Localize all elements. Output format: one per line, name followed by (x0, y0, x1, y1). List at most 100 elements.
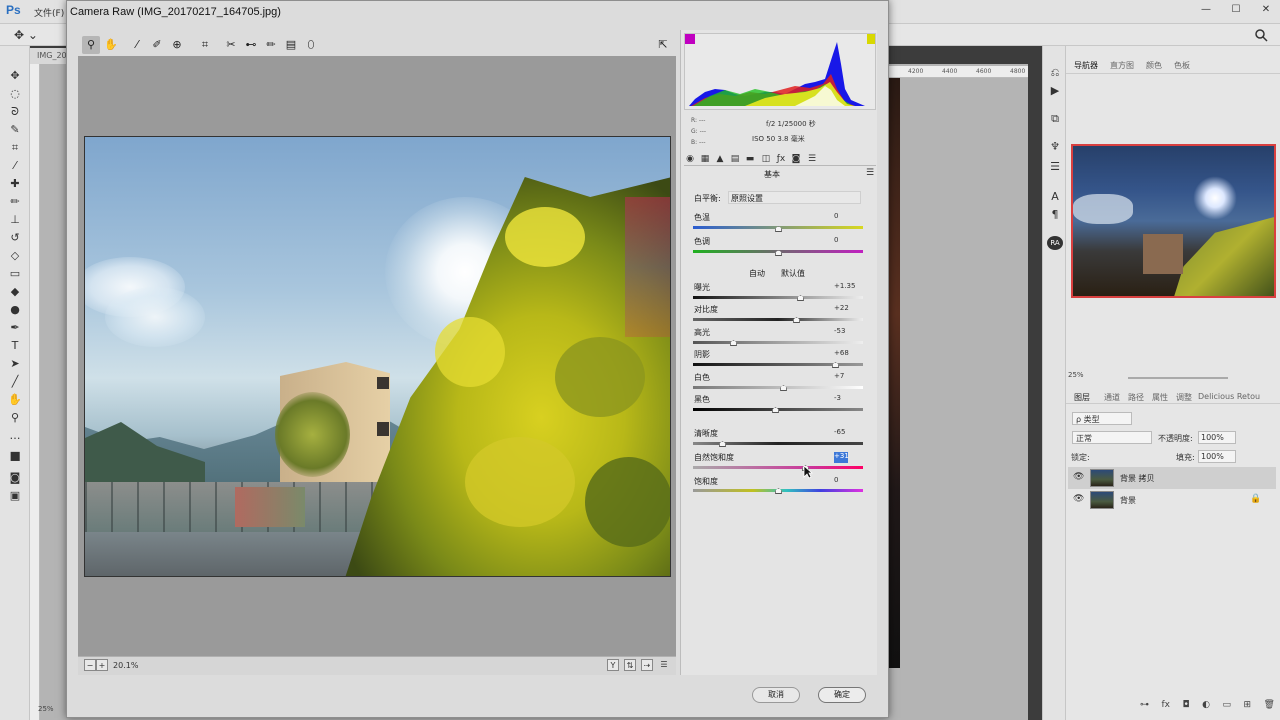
default-button[interactable]: 默认值 (781, 268, 805, 279)
tab-navigator[interactable]: 导航器 (1074, 60, 1098, 71)
tab-delicious-retouch[interactable]: Delicious Retou (1198, 392, 1260, 401)
vibrance-slider[interactable] (693, 466, 863, 469)
panel-menu-icon[interactable]: ☰ (866, 168, 874, 178)
temperature-value[interactable]: 0 (834, 212, 860, 223)
shadows-value[interactable]: +68 (834, 349, 860, 360)
adjustment-layer-icon[interactable]: ◐ (1202, 700, 1210, 714)
color-sampler-icon[interactable]: ✐ (148, 36, 166, 54)
stamp-tool-icon[interactable]: ⊥ (6, 212, 24, 228)
preview-settings-icon[interactable]: ☰ (658, 659, 670, 671)
paragraph-panel-icon[interactable]: ¶ (1047, 208, 1063, 222)
actions-panel-icon[interactable]: ▶ (1047, 84, 1063, 98)
line-tool-icon[interactable]: ╱ (6, 374, 24, 390)
crop-tool-icon[interactable]: ⌗ (196, 36, 214, 54)
zoom-in-icon[interactable]: + (96, 659, 108, 671)
tab-fx-icon[interactable]: ƒx (775, 153, 787, 165)
move-tool-options-icon[interactable]: ✥ ⌄ (14, 28, 38, 42)
layer-row[interactable]: 👁 背景 🔒 (1068, 489, 1276, 511)
group-icon[interactable]: ▭ (1222, 700, 1231, 714)
history-brush-icon[interactable]: ↺ (6, 230, 24, 246)
tab-channels[interactable]: 通道 (1104, 392, 1120, 403)
spot-removal-icon[interactable]: ✂ (222, 36, 240, 54)
layer-row[interactable]: 👁 背景 拷贝 (1068, 467, 1276, 489)
saturation-value[interactable]: 0 (834, 476, 860, 487)
white-balance-tool-icon[interactable]: ⁄ (128, 36, 146, 54)
radial-filter-icon[interactable]: ⬯ (302, 36, 320, 54)
layer-filter-kind[interactable]: ρ 类型 (1072, 412, 1132, 425)
tab-hsl-icon[interactable]: ▤ (729, 153, 741, 165)
blur-tool-icon[interactable]: ◆ (6, 284, 24, 300)
visibility-eye-icon[interactable]: 👁 (1073, 472, 1084, 482)
tab-basic-icon[interactable]: ◉ (684, 153, 696, 165)
ok-button[interactable]: 确定 (818, 687, 866, 703)
copy-settings-icon[interactable]: ⇢ (641, 659, 653, 671)
highlight-clip-icon[interactable] (867, 34, 876, 44)
red-eye-icon[interactable]: ⊷ (242, 36, 260, 54)
color-swatch-icon[interactable]: ◼ (6, 448, 24, 464)
fx-icon[interactable]: fx (1162, 700, 1171, 714)
fullscreen-toggle-icon[interactable]: ⇱ (654, 36, 672, 54)
tab-split-toning-icon[interactable]: ▬ (744, 153, 756, 165)
targeted-adjust-icon[interactable]: ⊕ (168, 36, 186, 54)
tab-presets-icon[interactable]: ☰ (806, 153, 818, 165)
tab-camera-calibration-icon[interactable]: ◙ (790, 153, 802, 165)
contrast-value[interactable]: +22 (834, 304, 860, 315)
tab-color[interactable]: 颜色 (1146, 60, 1162, 71)
tab-lens-icon[interactable]: ◫ (760, 153, 772, 165)
adjust-panel-icon[interactable]: ☰ (1047, 160, 1063, 174)
tab-properties[interactable]: 属性 (1152, 392, 1168, 403)
minimize-icon[interactable]: — (1198, 4, 1214, 16)
brush-tool-icon[interactable]: ✏ (6, 194, 24, 210)
healing-tool-icon[interactable]: ✚ (6, 176, 24, 192)
blend-mode-select[interactable]: 正常 (1072, 431, 1152, 444)
clarity-value[interactable]: -65 (834, 428, 860, 439)
tab-paths[interactable]: 路径 (1128, 392, 1144, 403)
before-after-y-icon[interactable]: Y (607, 659, 619, 671)
whites-slider[interactable] (693, 386, 863, 389)
path-select-icon[interactable]: ➤ (6, 356, 24, 372)
highlights-value[interactable]: -53 (834, 327, 860, 338)
auto-button[interactable]: 自动 (749, 268, 765, 279)
adjustment-brush-icon[interactable]: ✏ (262, 36, 280, 54)
tint-value[interactable]: 0 (834, 236, 860, 247)
new-layer-icon[interactable]: ⊞ (1244, 700, 1252, 714)
blacks-value[interactable]: -3 (834, 394, 860, 405)
tab-adjustments[interactable]: 调整 (1176, 392, 1192, 403)
marquee-tool-icon[interactable]: ◌ (6, 86, 24, 102)
brush-panel-icon[interactable]: ♆ (1047, 140, 1063, 154)
link-layers-icon[interactable]: ⊶ (1140, 700, 1149, 714)
document-tab[interactable]: IMG_20 (30, 48, 70, 64)
white-balance-select[interactable]: 原照设置 (728, 191, 861, 204)
photo-preview[interactable] (84, 136, 671, 577)
exposure-value[interactable]: +1.35 (834, 282, 860, 293)
tab-histogram[interactable]: 直方图 (1110, 60, 1134, 71)
search-icon[interactable] (1254, 28, 1268, 42)
quick-select-icon[interactable]: ✎ (6, 122, 24, 138)
zoom-tool-icon[interactable]: ⚲ (6, 410, 24, 426)
quick-mask-icon[interactable]: ◙ (6, 470, 24, 486)
maximize-icon[interactable]: ☐ (1228, 4, 1244, 16)
gradient-tool-icon[interactable]: ▭ (6, 266, 24, 282)
tab-detail-icon[interactable]: ▲ (714, 153, 726, 165)
visibility-eye-icon[interactable]: 👁 (1073, 494, 1084, 504)
dodge-tool-icon[interactable]: ● (6, 302, 24, 318)
vibrance-value[interactable]: +31 (834, 452, 849, 463)
character-panel-icon[interactable]: A (1047, 190, 1063, 204)
move-tool-icon[interactable]: ✥ (6, 68, 24, 84)
eraser-tool-icon[interactable]: ◇ (6, 248, 24, 264)
tab-tone-curve-icon[interactable]: ▦ (699, 153, 711, 165)
menu-file[interactable]: 文件(F) (34, 6, 64, 19)
hand-tool-icon[interactable]: ✋ (102, 36, 120, 54)
whites-value[interactable]: +7 (834, 372, 860, 383)
fill-field[interactable]: 100% (1198, 450, 1236, 463)
tab-layers[interactable]: 图层 (1074, 392, 1090, 403)
navigator-preview[interactable] (1071, 144, 1276, 298)
zoom-tool-icon[interactable]: ⚲ (82, 36, 100, 54)
add-mask-icon[interactable]: ◘ (1183, 700, 1190, 714)
pen-tool-icon[interactable]: ✒ (6, 320, 24, 336)
clarity-slider[interactable] (693, 442, 863, 445)
shadow-clip-icon[interactable] (685, 34, 695, 44)
contrast-slider[interactable] (693, 318, 863, 321)
screen-mode-icon[interactable]: ▣ (6, 488, 24, 504)
zoom-out-icon[interactable]: − (84, 659, 96, 671)
